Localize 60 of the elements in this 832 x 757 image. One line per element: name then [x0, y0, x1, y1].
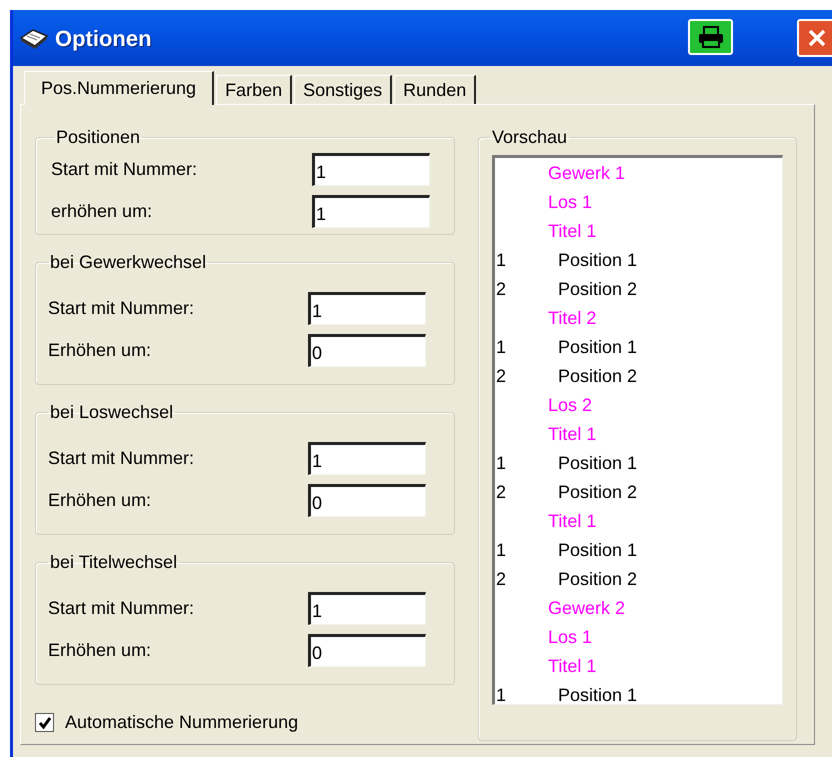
- field-label: erhöhen um:: [51, 200, 152, 223]
- group-title: bei Loswechsel: [49, 402, 174, 422]
- preview-heading: Titel 2: [548, 307, 596, 330]
- group-title: Vorschau: [491, 127, 568, 147]
- position-number: 2: [495, 278, 508, 301]
- position-number: 1: [495, 336, 508, 359]
- input-field[interactable]: 0: [308, 334, 426, 367]
- printer-icon: [696, 25, 724, 49]
- preview-heading: Los 2: [548, 394, 592, 417]
- position-text: Position 1: [558, 249, 638, 272]
- field-label: Erhöhen um:: [48, 639, 152, 662]
- preview-heading: Titel 1: [548, 655, 596, 678]
- input-field[interactable]: 0: [308, 484, 426, 517]
- close-button[interactable]: [797, 19, 832, 57]
- group-title: bei Titelwechsel: [49, 552, 178, 572]
- checkbox[interactable]: [35, 713, 54, 732]
- preview-heading: Titel 1: [548, 220, 596, 243]
- preview-heading: Gewerk 2: [548, 597, 626, 620]
- print-button[interactable]: [688, 19, 733, 55]
- preview-heading: Los 1: [548, 191, 592, 214]
- position-text: Position 2: [558, 568, 638, 591]
- position-text: Position 1: [558, 452, 638, 475]
- position-number: 2: [495, 365, 508, 388]
- position-number: 1: [495, 539, 508, 562]
- tab[interactable]: Sonstiges: [294, 75, 392, 104]
- position-text: Position 1: [558, 336, 638, 359]
- preview-heading: Gewerk 1: [548, 162, 626, 185]
- field-label: Start mit Nummer:: [48, 597, 194, 620]
- position-number: 1: [495, 249, 508, 272]
- input-field[interactable]: 1: [308, 592, 426, 625]
- preview-heading: Titel 1: [548, 510, 596, 533]
- position-number: 2: [495, 481, 508, 504]
- field-label: Start mit Nummer:: [51, 158, 198, 181]
- tab[interactable]: Runden: [394, 75, 476, 104]
- position-text: Position 1: [558, 539, 638, 562]
- tab[interactable]: Pos.Nummerierung: [24, 71, 214, 105]
- position-number: 2: [495, 568, 508, 591]
- input-field[interactable]: 1: [312, 195, 430, 228]
- window-title: Optionen: [55, 24, 152, 53]
- preview-heading: Los 1: [548, 626, 592, 649]
- group-title: bei Gewerkwechsel: [49, 252, 208, 272]
- position-text: Position 1: [558, 684, 638, 704]
- field-label: Start mit Nummer:: [48, 447, 194, 470]
- close-icon: [807, 28, 827, 48]
- field-label: Erhöhen um:: [48, 339, 152, 362]
- position-number: 1: [495, 452, 508, 475]
- input-field[interactable]: 0: [308, 634, 426, 667]
- field-label: Erhöhen um:: [48, 489, 152, 512]
- input-field[interactable]: 1: [308, 292, 426, 325]
- position-text: Position 2: [558, 365, 638, 388]
- checkbox-label: Automatische Nummerierung: [65, 711, 298, 734]
- tab[interactable]: Farben: [216, 75, 292, 104]
- preview-heading: Titel 1: [548, 423, 596, 446]
- position-number: 1: [495, 684, 508, 704]
- input-field[interactable]: 1: [312, 153, 430, 186]
- input-field[interactable]: 1: [308, 442, 426, 475]
- group-title: Positionen: [55, 127, 142, 147]
- field-label: Start mit Nummer:: [48, 297, 194, 320]
- position-text: Position 2: [558, 481, 638, 504]
- position-text: Position 2: [558, 278, 638, 301]
